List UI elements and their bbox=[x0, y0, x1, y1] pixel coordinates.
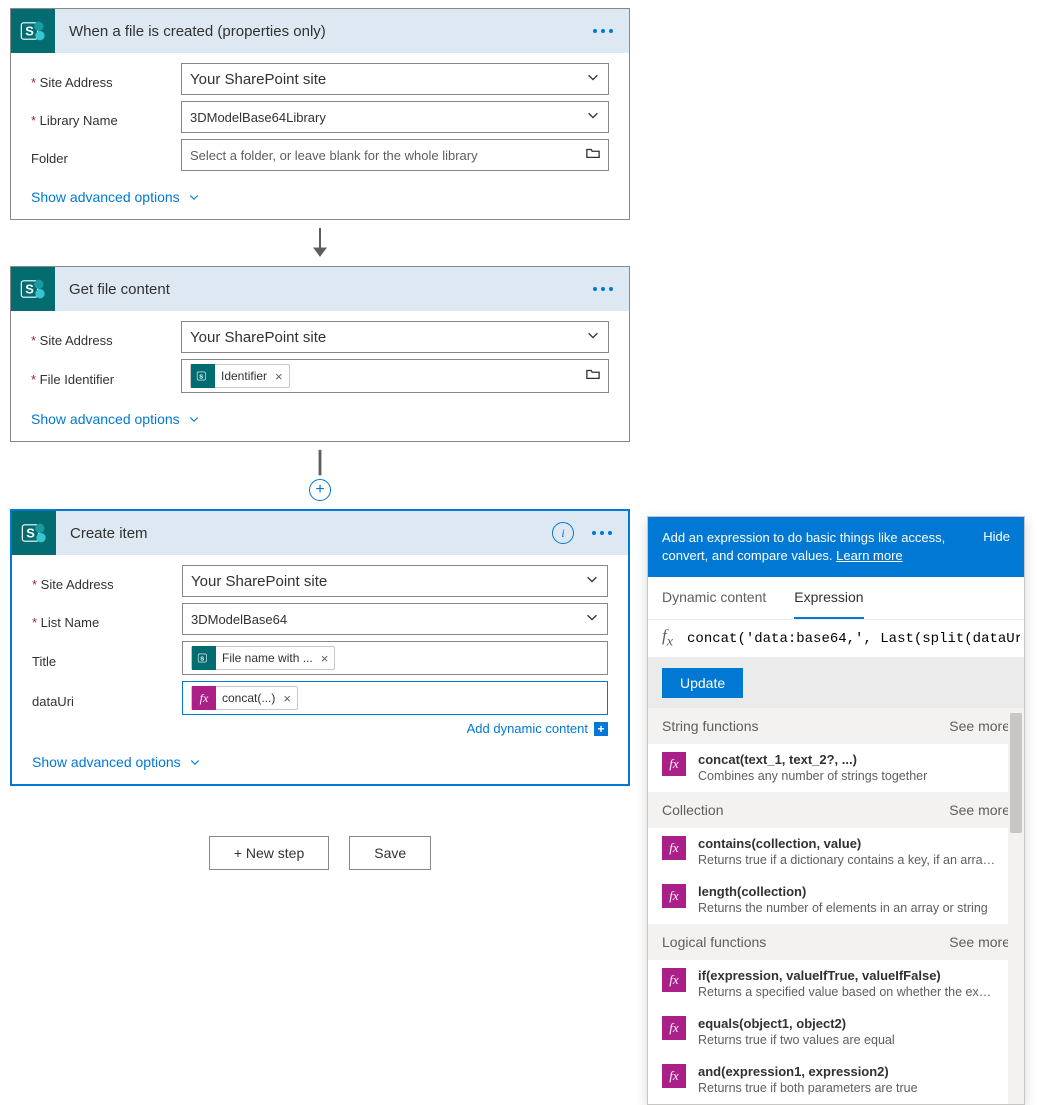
site-address-dropdown[interactable]: Your SharePoint site bbox=[181, 321, 609, 353]
fx-icon: fx bbox=[662, 1064, 686, 1088]
library-name-label: Library Name bbox=[31, 107, 181, 128]
svg-text:S: S bbox=[26, 526, 35, 541]
fn-and[interactable]: fx and(expression1, expression2)Returns … bbox=[648, 1056, 1024, 1104]
section-logical-functions: Logical functionsSee more bbox=[648, 924, 1024, 960]
folder-input[interactable]: Select a folder, or leave blank for the … bbox=[181, 139, 609, 171]
expression-input[interactable] bbox=[687, 627, 1020, 651]
create-item-card[interactable]: S Create item i Site Address Your ShareP… bbox=[10, 509, 630, 786]
fx-icon: fx bbox=[662, 884, 686, 908]
fx-icon: fx bbox=[662, 1016, 686, 1040]
sharepoint-icon: S bbox=[191, 364, 215, 388]
site-address-label: Site Address bbox=[32, 571, 182, 592]
fx-icon: fx bbox=[662, 836, 686, 860]
learn-more-link[interactable]: Learn more bbox=[836, 548, 902, 563]
identifier-token[interactable]: S Identifier × bbox=[190, 364, 290, 388]
library-name-dropdown[interactable]: 3DModelBase64Library bbox=[181, 101, 609, 133]
add-dynamic-content-link[interactable]: Add dynamic content + bbox=[32, 721, 608, 736]
expression-panel-header: Add an expression to do basic things lik… bbox=[648, 517, 1024, 577]
chevron-down-icon bbox=[585, 572, 599, 590]
remove-token-icon[interactable]: × bbox=[321, 651, 329, 666]
card-menu-button[interactable] bbox=[589, 25, 617, 37]
svg-text:S: S bbox=[200, 656, 204, 662]
show-advanced-link[interactable]: Show advanced options bbox=[31, 189, 200, 205]
connector-arrow bbox=[10, 448, 630, 480]
update-button[interactable]: Update bbox=[662, 668, 743, 698]
title-field-input[interactable]: S File name with ... × bbox=[182, 641, 608, 675]
section-string-functions: String functionsSee more bbox=[648, 708, 1024, 744]
card-header[interactable]: S Create item i bbox=[12, 511, 628, 555]
site-address-dropdown[interactable]: Your SharePoint site bbox=[182, 565, 608, 597]
new-step-button[interactable]: + New step bbox=[209, 836, 329, 870]
scrollbar-thumb[interactable] bbox=[1010, 713, 1022, 833]
fn-length[interactable]: fx length(collection)Returns the number … bbox=[648, 876, 1024, 924]
card-title: Create item bbox=[56, 525, 552, 542]
title-field-label: Title bbox=[32, 648, 182, 669]
trigger-card[interactable]: S When a file is created (properties onl… bbox=[10, 8, 630, 220]
fn-contains[interactable]: fx contains(collection, value)Returns tr… bbox=[648, 828, 1024, 876]
fn-equals[interactable]: fx equals(object1, object2)Returns true … bbox=[648, 1008, 1024, 1056]
fx-icon: fx bbox=[192, 686, 216, 710]
filename-token[interactable]: S File name with ... × bbox=[191, 646, 335, 670]
fx-icon: fx bbox=[662, 752, 686, 776]
datauri-label: dataUri bbox=[32, 688, 182, 709]
get-file-content-card[interactable]: S Get file content Site Address Your Sha… bbox=[10, 266, 630, 442]
add-dynamic-icon: + bbox=[594, 722, 608, 736]
info-icon[interactable]: i bbox=[552, 522, 574, 544]
chevron-down-icon bbox=[189, 756, 201, 768]
tab-expression[interactable]: Expression bbox=[794, 577, 863, 619]
card-header[interactable]: S When a file is created (properties onl… bbox=[11, 9, 629, 53]
see-more-link[interactable]: See more bbox=[949, 802, 1010, 818]
add-step-button[interactable]: + bbox=[309, 479, 331, 501]
folder-picker-icon[interactable] bbox=[586, 367, 600, 385]
card-title: When a file is created (properties only) bbox=[55, 23, 589, 40]
chevron-down-icon bbox=[586, 328, 600, 346]
save-button[interactable]: Save bbox=[349, 836, 431, 870]
fn-if[interactable]: fx if(expression, valueIfTrue, valueIfFa… bbox=[648, 960, 1024, 1008]
file-identifier-input[interactable]: S Identifier × bbox=[181, 359, 609, 393]
card-title: Get file content bbox=[55, 281, 589, 298]
card-header[interactable]: S Get file content bbox=[11, 267, 629, 311]
svg-text:S: S bbox=[25, 282, 34, 297]
section-collection: CollectionSee more bbox=[648, 792, 1024, 828]
tab-dynamic-content[interactable]: Dynamic content bbox=[662, 577, 766, 619]
remove-token-icon[interactable]: × bbox=[275, 369, 283, 384]
chevron-down-icon bbox=[586, 108, 600, 126]
card-menu-button[interactable] bbox=[588, 527, 616, 539]
see-more-link[interactable]: See more bbox=[949, 718, 1010, 734]
site-address-dropdown[interactable]: Your SharePoint site bbox=[181, 63, 609, 95]
svg-text:S: S bbox=[25, 24, 34, 39]
sharepoint-icon: S bbox=[11, 267, 55, 311]
chevron-down-icon bbox=[188, 413, 200, 425]
sharepoint-icon: S bbox=[12, 511, 56, 555]
connector-arrow bbox=[10, 226, 630, 258]
chevron-down-icon bbox=[188, 191, 200, 203]
hide-panel-button[interactable]: Hide bbox=[973, 529, 1010, 565]
scrollbar[interactable] bbox=[1008, 713, 1024, 1104]
sharepoint-icon: S bbox=[11, 9, 55, 53]
list-name-label: List Name bbox=[32, 609, 182, 630]
see-more-link[interactable]: See more bbox=[949, 934, 1010, 950]
fn-concat[interactable]: fx concat(text_1, text_2?, ...)Combines … bbox=[648, 744, 1024, 792]
concat-expression-token[interactable]: fx concat(...) × bbox=[191, 686, 298, 710]
site-address-label: Site Address bbox=[31, 327, 181, 348]
show-advanced-link[interactable]: Show advanced options bbox=[31, 411, 200, 427]
fx-icon: fx bbox=[662, 968, 686, 992]
folder-picker-icon[interactable] bbox=[586, 146, 600, 164]
chevron-down-icon bbox=[585, 610, 599, 628]
list-name-dropdown[interactable]: 3DModelBase64 bbox=[182, 603, 608, 635]
expression-panel: Add an expression to do basic things lik… bbox=[647, 516, 1025, 1105]
sharepoint-icon: S bbox=[192, 646, 216, 670]
file-identifier-label: File Identifier bbox=[31, 366, 181, 387]
show-advanced-link[interactable]: Show advanced options bbox=[32, 754, 201, 770]
chevron-down-icon bbox=[586, 70, 600, 88]
folder-label: Folder bbox=[31, 145, 181, 166]
site-address-label: Site Address bbox=[31, 69, 181, 90]
fx-icon: fx bbox=[662, 626, 673, 650]
remove-token-icon[interactable]: × bbox=[283, 691, 291, 706]
svg-text:S: S bbox=[199, 374, 203, 380]
datauri-input[interactable]: fx concat(...) × bbox=[182, 681, 608, 715]
card-menu-button[interactable] bbox=[589, 283, 617, 295]
